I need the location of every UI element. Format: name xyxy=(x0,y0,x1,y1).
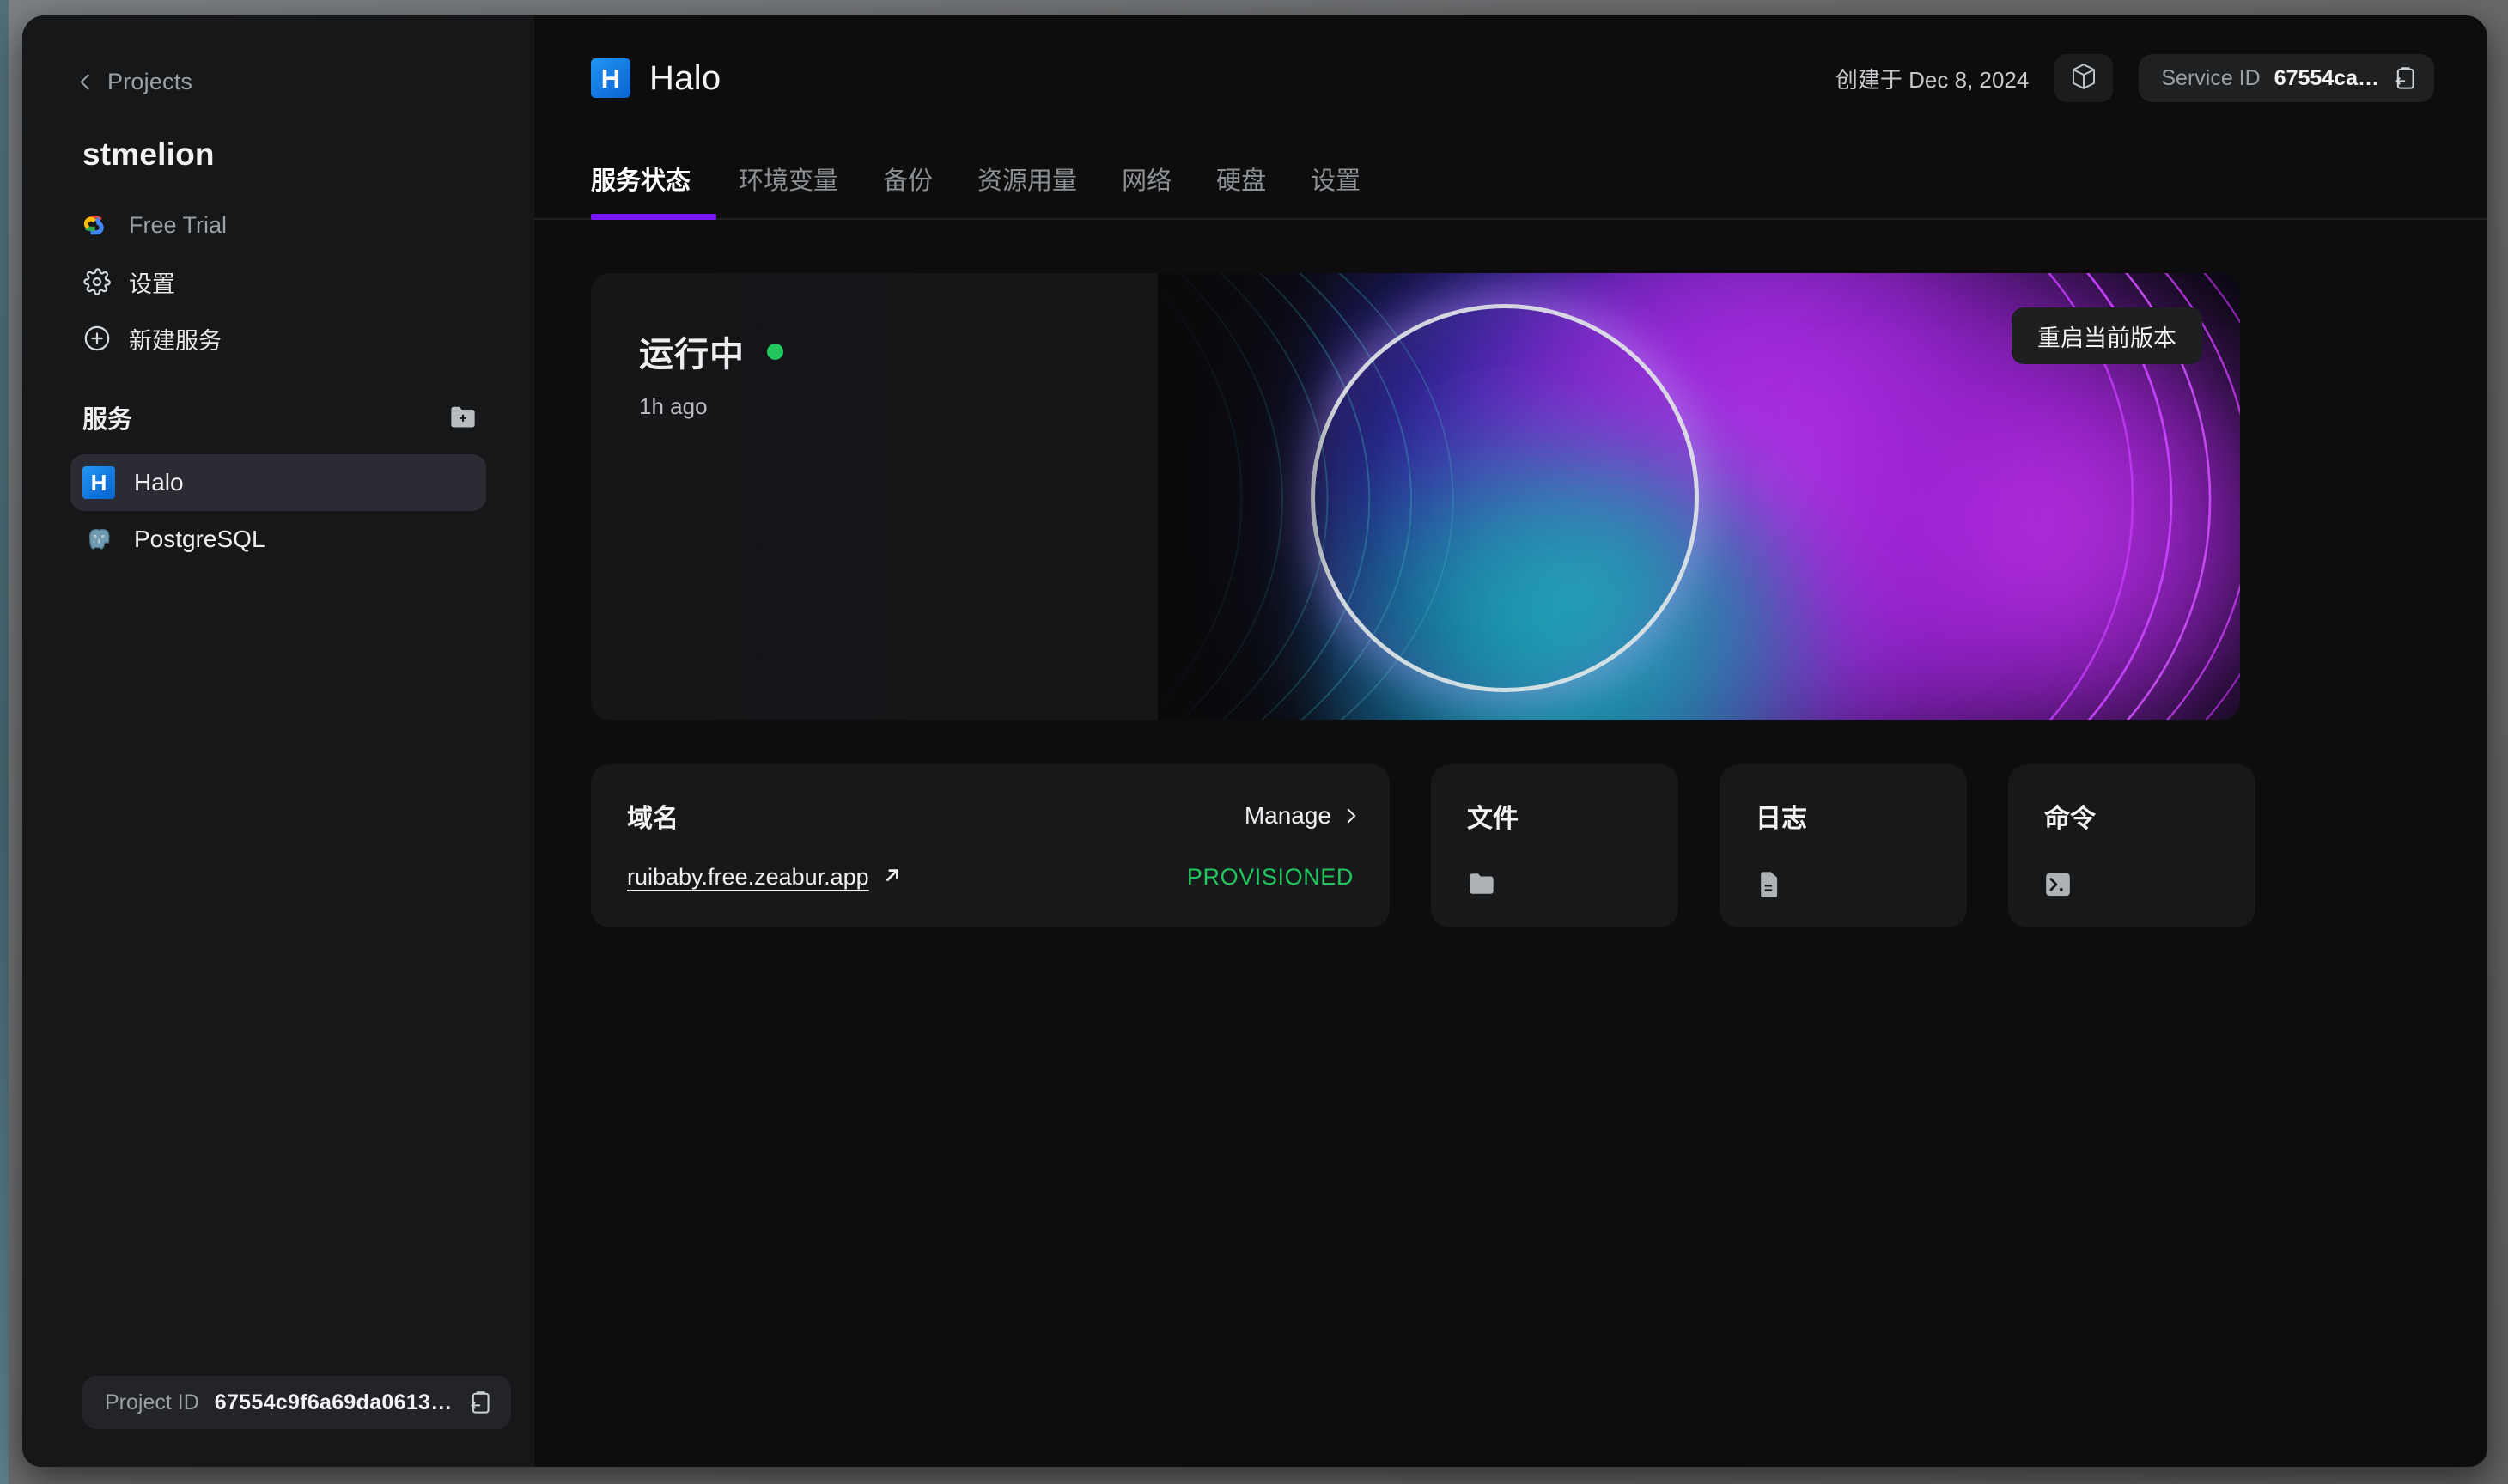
tab-disk[interactable]: 硬盘 xyxy=(1194,139,1288,218)
cube-icon-button[interactable] xyxy=(2054,54,2114,102)
files-card-title: 文件 xyxy=(1467,805,1519,833)
domain-card-title: 域名 xyxy=(627,805,679,833)
tab-network[interactable]: 网络 xyxy=(1099,139,1194,218)
content-area: 运行中 1h ago 重启当前版本 域名 Manage ruibaby.free… xyxy=(534,220,2487,928)
service-list: H Halo PostgreSQL xyxy=(70,454,486,568)
cube-icon xyxy=(2070,62,2097,95)
top-bar: H Halo 创建于 Dec 8, 2024 Service ID 67554c… xyxy=(534,15,2487,141)
copy-icon[interactable] xyxy=(2393,65,2417,91)
page-title: Halo xyxy=(649,58,721,97)
organization-name: stmelion xyxy=(82,137,215,172)
tab-label: 硬盘 xyxy=(1216,167,1267,195)
sidebar-item-label: 新建服务 xyxy=(129,327,222,354)
sidebar-item-free-trial[interactable]: Free Trial xyxy=(70,197,486,253)
page-title-group: H Halo xyxy=(591,58,721,98)
service-id-value: 67554ca… xyxy=(2274,65,2379,90)
desktop-edge-strip xyxy=(0,0,9,1484)
manage-domains-link[interactable]: Manage xyxy=(1244,802,1356,830)
domain-row: ruibaby.free.zeabur.app PROVISIONED xyxy=(627,864,1354,891)
created-at-label: 创建于 Dec 8, 2024 xyxy=(1835,66,2030,93)
commands-card[interactable]: 命令 xyxy=(2008,764,2255,928)
postgresql-logo-icon xyxy=(82,523,115,556)
logs-card-title: 日志 xyxy=(1756,805,1807,833)
desktop-background: Projects stmelion Free Trial 设置 新建服务 服务 … xyxy=(0,0,2508,1484)
plus-circle-icon xyxy=(82,324,112,353)
restart-current-version-button[interactable]: 重启当前版本 xyxy=(2012,307,2202,364)
services-section-header: 服务 xyxy=(70,399,486,435)
app-window: Projects stmelion Free Trial 设置 新建服务 服务 … xyxy=(22,15,2487,1467)
service-item-label: PostgreSQL xyxy=(134,526,265,552)
tab-label: 服务状态 xyxy=(591,167,691,195)
tab-backups[interactable]: 备份 xyxy=(861,139,955,218)
project-id-chip[interactable]: Project ID 67554c9f6a69da0613… xyxy=(82,1376,511,1429)
hero-left-vignette xyxy=(1158,273,1338,720)
top-bar-actions: 创建于 Dec 8, 2024 Service ID 67554ca… xyxy=(1835,54,2434,102)
service-id-label: Service ID xyxy=(2161,65,2261,90)
cards-row: 域名 Manage ruibaby.free.zeabur.app PROVIS… xyxy=(591,764,2434,928)
halo-logo-icon: H xyxy=(591,58,630,98)
back-to-projects-button[interactable]: Projects xyxy=(80,69,486,95)
document-icon xyxy=(1756,871,1967,903)
tab-env-vars[interactable]: 环境变量 xyxy=(716,139,861,218)
tab-label: 网络 xyxy=(1122,167,1172,195)
status-indicator-dot xyxy=(767,343,783,360)
chevron-left-icon xyxy=(80,74,96,90)
sidebar-item-settings[interactable]: 设置 xyxy=(70,253,486,310)
google-cloud-icon xyxy=(82,210,112,240)
back-to-projects-label: Projects xyxy=(107,69,193,94)
manage-label: Manage xyxy=(1244,802,1331,829)
project-id-label: Project ID xyxy=(105,1390,199,1414)
tab-label: 资源用量 xyxy=(977,167,1078,195)
glow-ring xyxy=(1311,304,1699,692)
status-text: 运行中 xyxy=(639,336,745,374)
app-root: Projects stmelion Free Trial 设置 新建服务 服务 … xyxy=(22,15,2487,1467)
folder-icon xyxy=(1467,871,1678,901)
tab-bar: 服务状态 环境变量 备份 资源用量 网络 硬盘 设置 xyxy=(534,141,2487,220)
domain-url-link[interactable]: ruibaby.free.zeabur.app xyxy=(627,864,869,891)
tab-label: 设置 xyxy=(1311,167,1361,195)
sidebar: Projects stmelion Free Trial 设置 新建服务 服务 … xyxy=(22,15,534,1467)
terminal-icon xyxy=(2044,871,2255,903)
commands-card-title: 命令 xyxy=(2044,805,2096,833)
tab-service-status[interactable]: 服务状态 xyxy=(591,139,717,220)
services-section-title: 服务 xyxy=(82,406,133,434)
sidebar-item-label: Free Trial xyxy=(129,211,228,238)
status-row: 运行中 xyxy=(639,326,783,376)
halo-logo-icon: H xyxy=(82,466,115,499)
domain-card: 域名 Manage ruibaby.free.zeabur.app PROVIS… xyxy=(591,764,1390,928)
tab-resource-usage[interactable]: 资源用量 xyxy=(955,139,1099,218)
sidebar-item-postgresql[interactable]: PostgreSQL xyxy=(70,511,486,568)
logs-card[interactable]: 日志 xyxy=(1720,764,1967,928)
sidebar-item-new-service[interactable]: 新建服务 xyxy=(70,310,486,367)
tab-label: 备份 xyxy=(883,167,934,195)
domain-card-header: 域名 Manage xyxy=(627,797,1356,835)
status-updated-label: 1h ago xyxy=(639,393,708,419)
service-id-chip[interactable]: Service ID 67554ca… xyxy=(2139,54,2434,102)
gear-icon xyxy=(82,267,112,296)
sidebar-item-halo[interactable]: H Halo xyxy=(70,454,486,511)
sidebar-item-label: 设置 xyxy=(129,271,175,297)
service-item-label: Halo xyxy=(134,469,184,496)
tab-label: 环境变量 xyxy=(739,167,839,195)
status-block: 运行中 1h ago xyxy=(591,273,783,420)
files-card[interactable]: 文件 xyxy=(1431,764,1678,928)
status-hero-card: 运行中 1h ago 重启当前版本 xyxy=(591,273,2240,720)
tab-settings[interactable]: 设置 xyxy=(1288,139,1383,218)
folder-plus-icon[interactable] xyxy=(448,404,478,430)
chevron-right-icon xyxy=(1341,808,1356,824)
external-link-icon xyxy=(883,866,902,889)
sidebar-nav: Free Trial 设置 新建服务 xyxy=(70,197,486,367)
copy-icon[interactable] xyxy=(468,1390,492,1415)
project-id-value: 67554c9f6a69da0613… xyxy=(214,1390,453,1414)
main-panel: H Halo 创建于 Dec 8, 2024 Service ID 67554c… xyxy=(534,15,2487,1467)
domain-status-badge: PROVISIONED xyxy=(1186,864,1354,890)
